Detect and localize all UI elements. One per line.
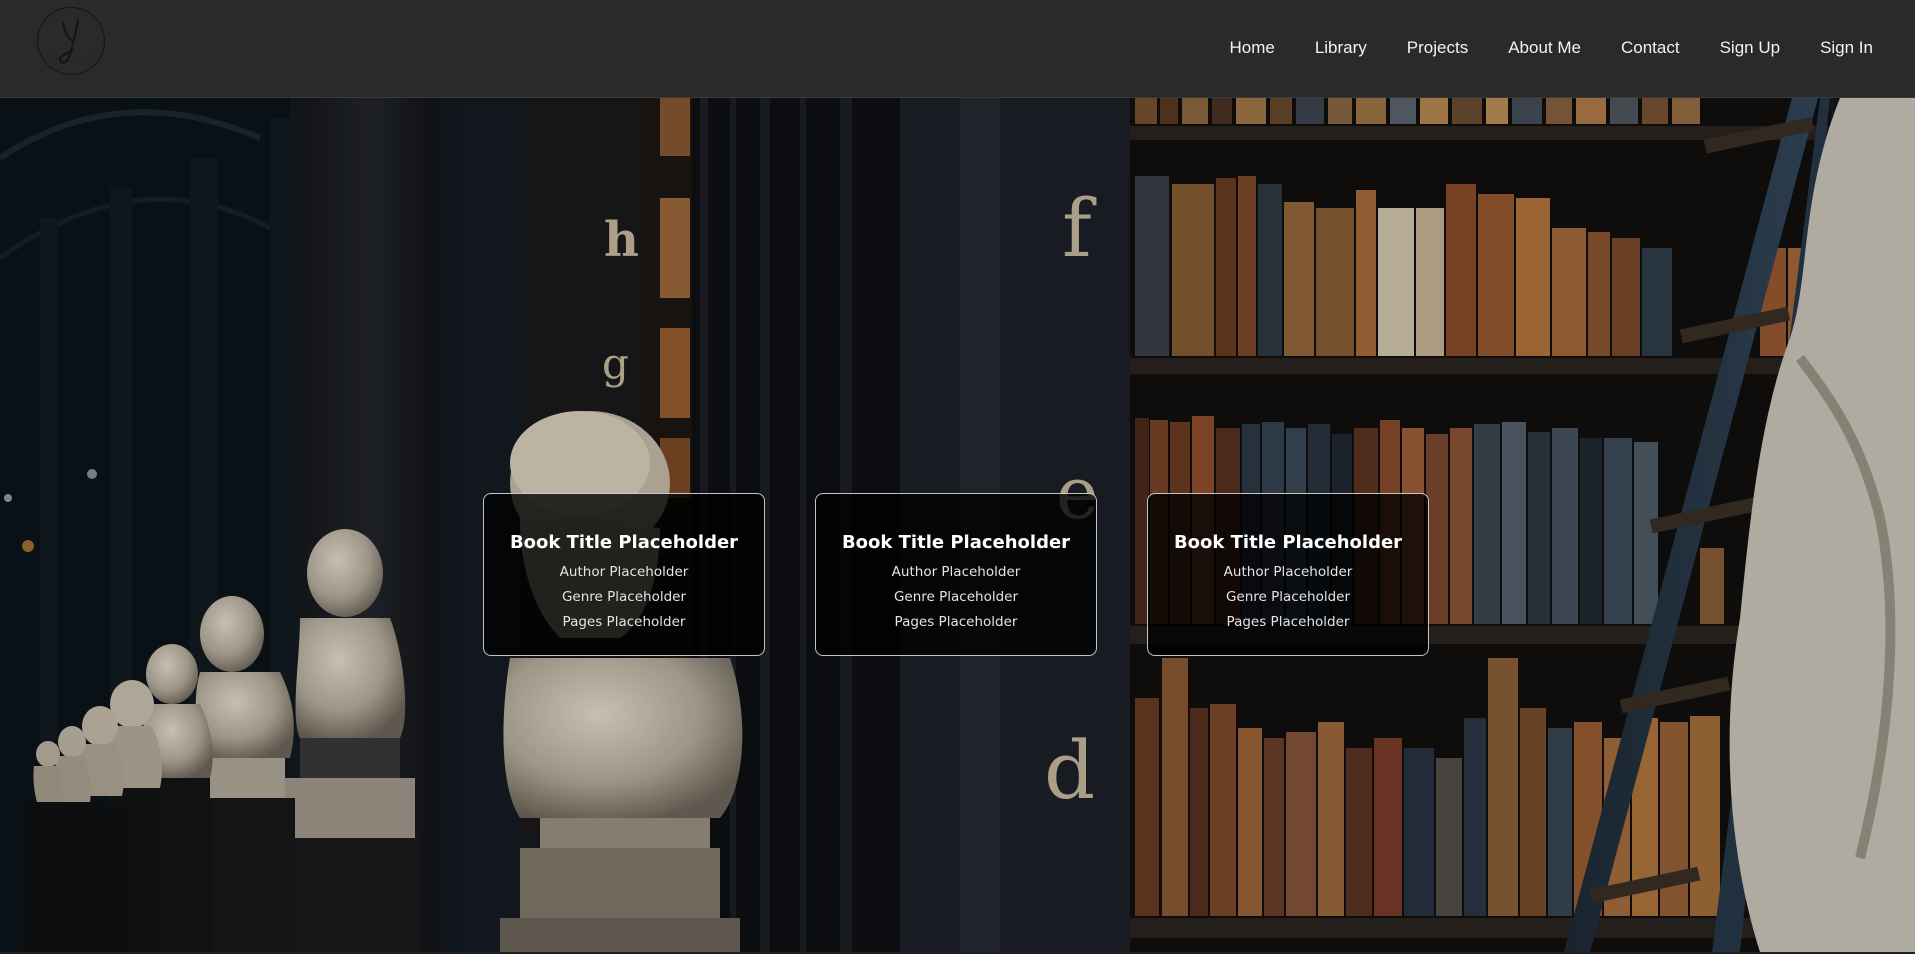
nav-about-link[interactable]: About Me	[1488, 38, 1601, 58]
nav-signup-link[interactable]: Sign Up	[1700, 38, 1800, 58]
top-navbar: Home Library Projects About Me Contact S…	[0, 0, 1915, 98]
book-card[interactable]: Book Title Placeholder Author Placeholde…	[1147, 493, 1429, 656]
book-genre: Genre Placeholder	[893, 589, 1019, 605]
book-genre: Genre Placeholder	[1225, 589, 1351, 605]
nav-library-link[interactable]: Library	[1295, 38, 1387, 58]
book-pages: Pages Placeholder	[562, 614, 686, 630]
book-pages: Pages Placeholder	[1226, 614, 1350, 630]
nav-signin-link[interactable]: Sign In	[1800, 38, 1893, 58]
book-pages: Pages Placeholder	[894, 614, 1018, 630]
nav-contact-link[interactable]: Contact	[1601, 38, 1700, 58]
book-author: Author Placeholder	[891, 564, 1021, 580]
book-genre: Genre Placeholder	[561, 589, 687, 605]
book-title: Book Title Placeholder	[509, 532, 739, 553]
book-title: Book Title Placeholder	[1173, 532, 1403, 553]
nav-projects-link[interactable]: Projects	[1387, 38, 1488, 58]
site-logo-icon[interactable]	[37, 7, 105, 75]
book-title: Book Title Placeholder	[841, 532, 1071, 553]
book-author: Author Placeholder	[559, 564, 689, 580]
nav-home-link[interactable]: Home	[1209, 38, 1294, 58]
book-author: Author Placeholder	[1223, 564, 1353, 580]
book-card[interactable]: Book Title Placeholder Author Placeholde…	[815, 493, 1097, 656]
main-navigation: Home Library Projects About Me Contact S…	[1209, 38, 1893, 58]
book-card[interactable]: Book Title Placeholder Author Placeholde…	[483, 493, 765, 656]
